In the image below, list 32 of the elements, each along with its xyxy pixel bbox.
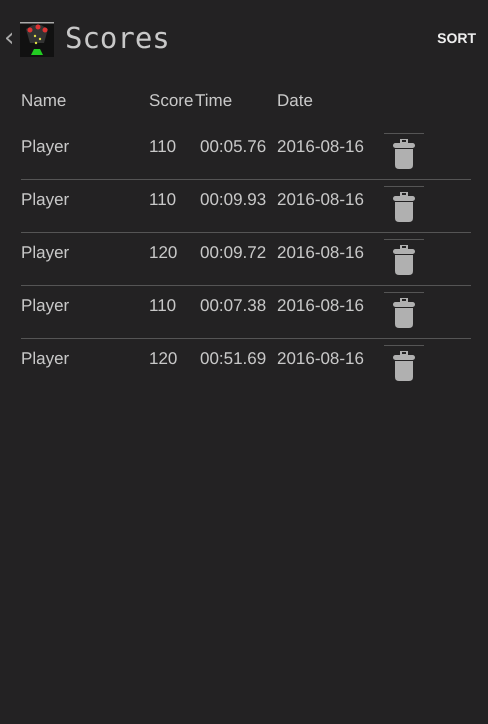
trash-icon [393, 298, 415, 328]
table-cell-text: 00:09.72 [200, 242, 268, 264]
table-cell-text: Player [21, 242, 70, 264]
table-cell-text: 110 [149, 295, 178, 317]
column-header: Score [149, 91, 194, 111]
table-cell-text: Player [21, 348, 70, 370]
column-header: Time [195, 91, 234, 111]
trash-icon [393, 351, 415, 381]
sort-button[interactable]: SORT [437, 30, 476, 46]
trash-icon [393, 192, 415, 222]
back-caret[interactable]: ‹ [4, 22, 18, 52]
trash-icon [393, 139, 415, 169]
table-cell-text: Player [21, 189, 70, 211]
table-cell-text: 00:05.76 [200, 136, 268, 158]
table-cell-text: Player [21, 295, 70, 317]
table-cell-text: 2016-08-16 [277, 348, 365, 370]
table-cell-text: 00:07.38 [200, 295, 268, 317]
column-header: Name [21, 91, 68, 111]
table-cell-text: 2016-08-16 [277, 295, 365, 317]
column-header: Date [277, 91, 313, 111]
table-cell-text: 00:09.93 [200, 189, 268, 211]
table-cell-text: 2016-08-16 [277, 189, 365, 211]
table-cell-text: 110 [149, 136, 178, 158]
table-cell-text: 2016-08-16 [277, 136, 365, 158]
table-cell-text: 2016-08-16 [277, 242, 365, 264]
trash-icon [393, 245, 415, 275]
table-cell-text: Player [21, 136, 70, 158]
screen-title: Scores [65, 20, 171, 54]
table-cell-text: 120 [149, 348, 178, 370]
table-cell-text: 110 [149, 189, 178, 211]
table-cell-text: 00:51.69 [200, 348, 268, 370]
table-cell-text: 120 [149, 242, 178, 264]
